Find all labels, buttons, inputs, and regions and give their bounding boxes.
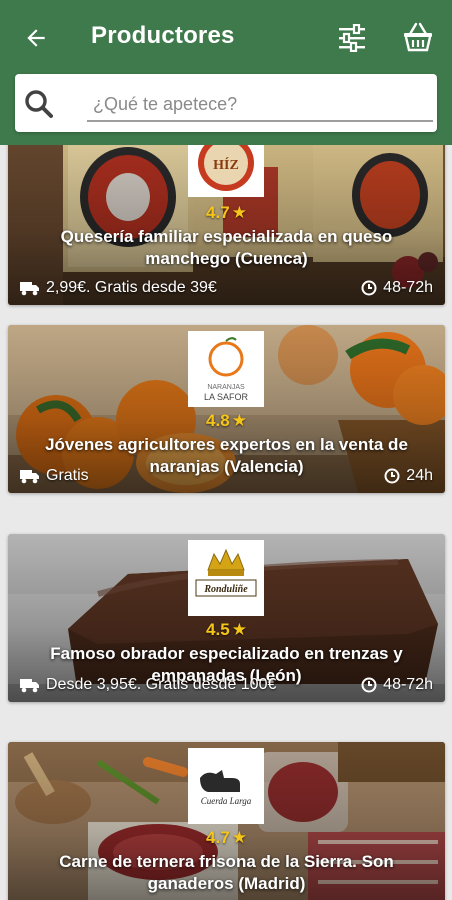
basket-button[interactable] xyxy=(398,18,438,56)
clock-icon xyxy=(361,280,377,296)
producer-card[interactable]: NARANJAS LA SAFOR 4.8 ★ Jóvenes agriculto… xyxy=(8,325,445,493)
shipping-info: 2,99€. Gratis desde 39€ xyxy=(20,279,217,297)
search-icon[interactable] xyxy=(23,88,55,120)
rating: 4.5 ★ xyxy=(8,620,445,640)
app-header: Productores xyxy=(0,0,452,145)
clock-icon xyxy=(361,677,377,693)
star-icon: ★ xyxy=(231,411,247,430)
logo-text-bottom: LA SAFOR xyxy=(204,392,249,402)
star-icon: ★ xyxy=(231,620,247,639)
clock-icon xyxy=(384,468,400,484)
arrow-left-icon xyxy=(27,29,45,47)
shipping-text: 2,99€. Gratis desde 39€ xyxy=(46,279,217,296)
producer-card[interactable]: Ronduliñe 4.5 ★ Famoso obrador especializ… xyxy=(8,534,445,702)
delivery-time: 48-72h xyxy=(361,676,433,694)
rating: 4.7 ★ xyxy=(8,203,445,223)
delivery-time-text: 48-72h xyxy=(383,279,433,296)
logo-text: Cuerda Larga xyxy=(201,796,252,806)
shipping-text: Gratis xyxy=(46,467,89,484)
rating-value: 4.5 xyxy=(206,620,230,639)
truck-icon xyxy=(20,679,39,693)
page-title: Productores xyxy=(91,22,235,49)
truck-icon xyxy=(20,282,39,296)
shipping-info: Desde 3,95€. Gratis desde 100€ xyxy=(20,676,276,694)
rating: 4.8 ★ xyxy=(8,411,445,431)
sliders-icon xyxy=(339,24,365,52)
truck-icon xyxy=(20,470,39,484)
star-icon: ★ xyxy=(231,828,247,847)
producer-logo: NARANJAS LA SAFOR xyxy=(188,331,264,407)
delivery-time: 48-72h xyxy=(361,279,433,297)
filter-button[interactable] xyxy=(333,20,371,56)
rating-value: 4.7 xyxy=(206,203,230,222)
rating: 4.7 ★ xyxy=(8,828,445,848)
producer-description: Carne de ternera frisona de la Sierra. S… xyxy=(59,852,394,893)
basket-icon xyxy=(404,22,432,52)
producer-card[interactable]: HÍZ 4.7 ★ Quesería familiar especializada… xyxy=(8,145,445,305)
star-icon: ★ xyxy=(231,203,247,222)
producer-logo: Cuerda Larga xyxy=(188,748,264,824)
shipping-info: Gratis xyxy=(20,467,89,485)
rating-value: 4.7 xyxy=(206,828,230,847)
delivery-time-text: 24h xyxy=(406,467,433,484)
logo-text: HÍZ xyxy=(213,156,239,173)
producer-logo: Ronduliñe xyxy=(188,540,264,616)
rating-value: 4.8 xyxy=(206,411,230,430)
delivery-time-text: 48-72h xyxy=(383,676,433,693)
delivery-time: 24h xyxy=(384,467,433,485)
producer-card[interactable]: Cuerda Larga 4.7 ★ Carne de ternera friso… xyxy=(8,742,445,900)
producer-list[interactable]: HÍZ 4.7 ★ Quesería familiar especializada… xyxy=(0,145,452,900)
logo-text-top: NARANJAS xyxy=(207,384,245,391)
back-button[interactable] xyxy=(18,20,54,56)
search-input[interactable] xyxy=(87,88,433,122)
logo-text: Ronduliñe xyxy=(203,584,248,595)
search-bar xyxy=(15,74,437,132)
producer-logo: HÍZ xyxy=(188,145,264,197)
producer-description: Quesería familiar especializada en queso… xyxy=(60,227,393,268)
shipping-text: Desde 3,95€. Gratis desde 100€ xyxy=(46,676,277,693)
